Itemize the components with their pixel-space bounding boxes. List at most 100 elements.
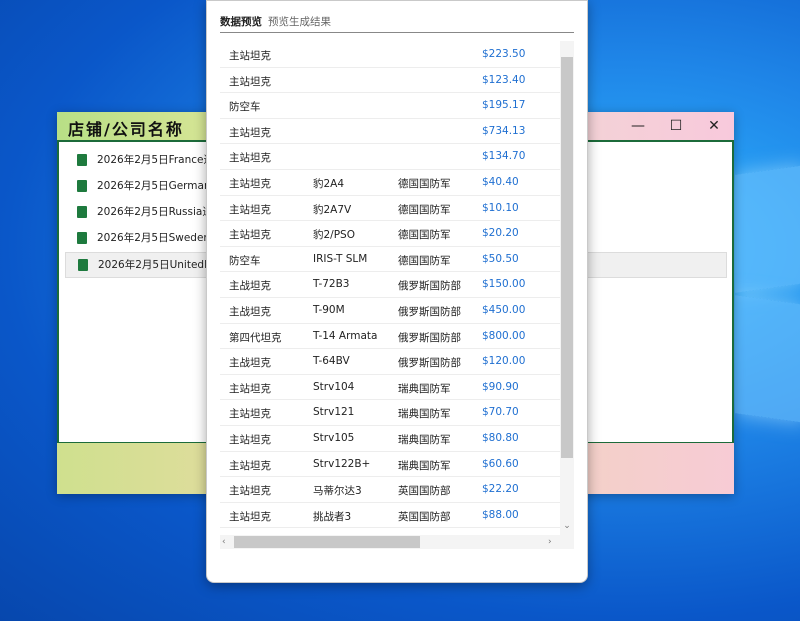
table-row[interactable]: 主站坦克 豹2A4 德国国防军 $40.40 xyxy=(220,169,560,196)
table-row[interactable]: 主站坦克 $134.70 xyxy=(220,143,560,170)
price-cell: $120.00 xyxy=(482,355,526,368)
chevron-left-icon[interactable]: ‹ xyxy=(222,535,226,549)
category-cell: 主站坦克 xyxy=(229,152,271,165)
maximize-button[interactable]: ☐ xyxy=(658,114,694,138)
model-cell: Strv105 xyxy=(313,432,355,444)
category-cell: 主站坦克 xyxy=(229,510,271,523)
table-row[interactable]: 防空车 $195.17 xyxy=(220,92,560,119)
department-cell: 瑞典国防军 xyxy=(398,459,451,472)
excel-file-icon xyxy=(77,206,87,218)
app-title: 店铺/公司名称 xyxy=(68,120,184,139)
vertical-scroll-thumb[interactable] xyxy=(561,57,573,458)
table-row[interactable]: 主战坦克 T-72B3 俄罗斯国防部 $150.00 xyxy=(220,271,560,298)
price-cell: $10.10 xyxy=(482,201,519,214)
department-cell: 瑞典国防军 xyxy=(398,382,451,395)
price-cell: $150.00 xyxy=(482,278,526,291)
table-row[interactable]: 主站坦克 Strv122B+ 瑞典国防军 $60.60 xyxy=(220,451,560,478)
category-cell: 主站坦克 xyxy=(229,75,271,88)
category-cell: 主战坦克 xyxy=(229,306,271,318)
minimize-button[interactable]: — xyxy=(620,114,656,138)
table-row[interactable]: 主站坦克 $123.40 xyxy=(220,67,560,94)
department-cell: 德国国防军 xyxy=(398,254,451,267)
excel-file-icon xyxy=(78,259,88,271)
price-cell: $223.50 xyxy=(482,48,526,60)
excel-file-icon xyxy=(77,154,87,166)
table-row[interactable]: 主站坦克 马蒂尔达3 英国国防部 $22.20 xyxy=(220,476,560,503)
price-cell: $450.00 xyxy=(482,304,526,316)
table-row[interactable]: 主战坦克 T-64BV 俄罗斯国防部 $120.00 xyxy=(220,348,560,375)
category-cell: 主站坦克 xyxy=(229,50,271,62)
category-cell: 防空车 xyxy=(229,254,261,267)
model-cell: 豹2A4 xyxy=(313,178,345,190)
price-cell: $80.80 xyxy=(482,432,519,444)
model-cell: Strv104 xyxy=(313,380,355,393)
price-cell: $800.00 xyxy=(482,329,526,342)
department-cell: 德国国防军 xyxy=(398,229,451,242)
category-cell: 主站坦克 xyxy=(229,126,271,139)
department-cell: 英国国防部 xyxy=(398,485,451,498)
department-cell: 俄罗斯国防部 xyxy=(398,306,461,318)
category-cell: 防空车 xyxy=(229,101,261,114)
model-cell: 豹2/PSO xyxy=(313,229,355,242)
file-name: 2026年2月5日Sweden进 xyxy=(97,232,221,244)
price-cell: $60.60 xyxy=(482,457,519,470)
model-cell: T-14 Armata xyxy=(313,329,378,342)
file-name: 2026年2月5日Germany xyxy=(97,180,217,192)
close-button[interactable]: ✕ xyxy=(696,114,732,138)
price-cell: $734.13 xyxy=(482,124,526,137)
tab-divider xyxy=(220,32,574,33)
table-row[interactable]: 主站坦克 $223.50 xyxy=(220,41,560,68)
department-cell: 俄罗斯国防部 xyxy=(398,331,461,344)
table-row[interactable]: 主站坦克 豹2A7V 德国国防军 $10.10 xyxy=(220,195,560,222)
price-cell: $50.50 xyxy=(482,252,519,265)
table-row[interactable]: 主站坦克 Strv104 瑞典国防军 $90.90 xyxy=(220,374,560,401)
tab-data-preview[interactable]: 数据预览 xyxy=(220,14,262,29)
price-cell: $70.70 xyxy=(482,406,519,419)
department-cell: 瑞典国防军 xyxy=(398,434,451,446)
model-cell: Strv122B+ xyxy=(313,457,371,470)
price-cell: $88.00 xyxy=(482,508,519,521)
tab-preview-results[interactable]: 预览生成结果 xyxy=(268,14,331,29)
chevron-right-icon[interactable]: › xyxy=(548,535,552,549)
model-cell: T-90M xyxy=(313,304,345,316)
table-row[interactable]: 主站坦克 Strv121 瑞典国防军 $70.70 xyxy=(220,399,560,426)
category-cell: 主站坦克 xyxy=(229,203,271,216)
table-row[interactable]: 第四代坦克 T-14 Armata 俄罗斯国防部 $800.00 xyxy=(220,323,560,350)
table-row[interactable]: 主站坦克 Strv105 瑞典国防军 $80.80 xyxy=(220,425,560,452)
model-cell: IRIS-T SLM xyxy=(313,252,368,265)
price-cell: $40.40 xyxy=(482,176,519,188)
price-cell: $195.17 xyxy=(482,99,526,112)
model-cell: 马蒂尔达3 xyxy=(313,485,362,498)
file-name: 2026年2月5日Russia进 xyxy=(97,206,213,218)
department-cell: 德国国防军 xyxy=(398,203,451,216)
file-name: 2026年2月5日UnitedKi xyxy=(98,259,214,271)
model-cell: T-72B3 xyxy=(313,278,350,291)
category-cell: 主站坦克 xyxy=(229,408,271,421)
category-cell: 主战坦克 xyxy=(229,280,271,293)
price-cell: $123.40 xyxy=(482,73,526,86)
data-table: 主站坦克 $223.50 主站坦克 $123.40 防空车 $195.17 主站坦克 $734… xyxy=(220,41,574,549)
chevron-down-icon[interactable]: ⌄ xyxy=(562,521,572,531)
model-cell: 豹2A7V xyxy=(313,203,352,216)
horizontal-scroll-thumb[interactable] xyxy=(234,536,420,548)
department-cell: 德国国防军 xyxy=(398,178,451,190)
table-row[interactable]: 主站坦克 $734.13 xyxy=(220,118,560,145)
file-name: 2026年2月5日France进 xyxy=(97,154,214,166)
category-cell: 主站坦克 xyxy=(229,434,271,446)
model-cell: T-64BV xyxy=(313,355,350,368)
category-cell: 主站坦克 xyxy=(229,485,271,498)
department-cell: 瑞典国防军 xyxy=(398,408,451,421)
horizontal-scrollbar[interactable]: ‹ › xyxy=(220,535,574,549)
category-cell: 主站坦克 xyxy=(229,178,271,190)
windows-logo-icon xyxy=(735,165,800,430)
excel-file-icon xyxy=(77,180,87,192)
excel-file-icon xyxy=(77,232,87,244)
category-cell: 主站坦克 xyxy=(229,229,271,242)
table-row[interactable]: 主站坦克 豹2/PSO 德国国防军 $20.20 xyxy=(220,220,560,247)
price-cell: $20.20 xyxy=(482,227,519,240)
vertical-scrollbar[interactable]: ⌄ xyxy=(560,41,574,535)
table-row[interactable]: 防空车 IRIS-T SLM 德国国防军 $50.50 xyxy=(220,246,560,273)
table-row[interactable]: 主站坦克 挑战者3 英国国防部 $88.00 xyxy=(220,502,560,529)
category-cell: 主战坦克 xyxy=(229,357,271,370)
table-row[interactable]: 主战坦克 T-90M 俄罗斯国防部 $450.00 xyxy=(220,297,560,324)
